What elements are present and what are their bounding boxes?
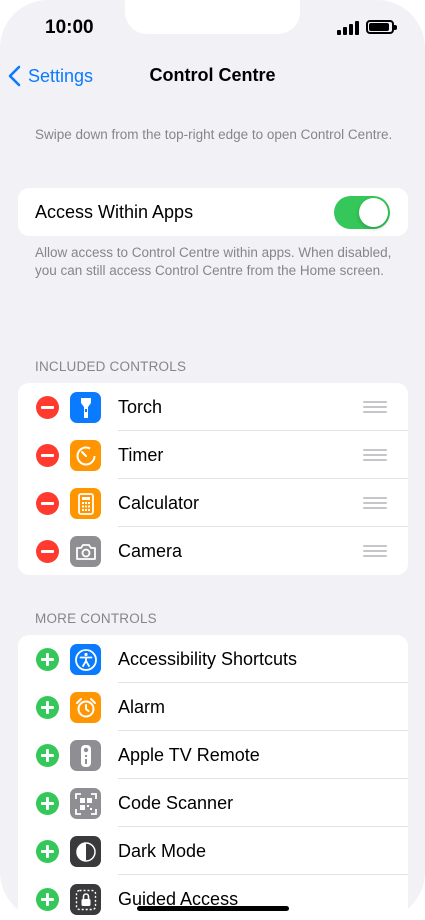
included-controls-header: INCLUDED CONTROLS — [35, 359, 187, 374]
page-title: Control Centre — [149, 65, 276, 85]
access-within-apps-card: Access Within Apps — [18, 188, 408, 236]
included-control-row: Timer — [18, 431, 408, 479]
battery-icon — [366, 20, 397, 34]
qr-code-icon — [70, 788, 101, 819]
access-within-apps-toggle[interactable] — [334, 196, 390, 229]
add-accessibility-shortcuts-button[interactable] — [36, 648, 59, 671]
intro-note: Swipe down from the top-right edge to op… — [35, 127, 393, 142]
reorder-handle-icon[interactable] — [363, 497, 387, 509]
more-controls-list: Accessibility Shortcuts Alarm Apple TV R… — [18, 635, 408, 920]
remove-camera-button[interactable] — [36, 540, 59, 563]
add-apple-tv-remote-button[interactable] — [36, 744, 59, 767]
control-label: Dark Mode — [118, 841, 207, 861]
control-label: Calculator — [118, 493, 200, 513]
control-label: Timer — [118, 445, 164, 465]
camera-icon — [70, 536, 101, 567]
more-control-row: Guided Access — [18, 875, 408, 920]
remove-timer-button[interactable] — [36, 444, 59, 467]
control-label: Camera — [118, 541, 183, 561]
more-controls-header: MORE CONTROLS — [35, 611, 157, 626]
access-within-apps-note: Allow access to Control Centre within ap… — [35, 245, 392, 278]
add-code-scanner-button[interactable] — [36, 792, 59, 815]
control-label: Accessibility Shortcuts — [118, 649, 298, 669]
more-control-row: Accessibility Shortcuts — [18, 635, 408, 683]
included-control-row: Calculator — [18, 479, 408, 527]
navigation-bar: Settings Control Centre — [0, 56, 425, 96]
accessibility-icon — [70, 644, 101, 675]
toggle-knob — [359, 198, 388, 227]
remove-torch-button[interactable] — [36, 396, 59, 419]
reorder-handle-icon[interactable] — [363, 545, 387, 557]
home-indicator[interactable] — [137, 906, 289, 911]
included-control-row: Torch — [18, 383, 408, 431]
alarm-icon — [70, 692, 101, 723]
calculator-icon — [70, 488, 101, 519]
control-label: Code Scanner — [118, 793, 234, 813]
more-control-row: Code Scanner — [18, 779, 408, 827]
more-control-row: Apple TV Remote — [18, 731, 408, 779]
reorder-handle-icon[interactable] — [363, 401, 387, 413]
control-label: Apple TV Remote — [118, 745, 260, 765]
more-control-row: Alarm — [18, 683, 408, 731]
remove-calculator-button[interactable] — [36, 492, 59, 515]
add-guided-access-button[interactable] — [36, 888, 59, 911]
included-controls-list: Torch Timer Calculator Camera — [18, 383, 408, 575]
control-label: Alarm — [118, 697, 166, 717]
dark-mode-icon — [70, 836, 101, 867]
control-label: Torch — [118, 397, 163, 417]
timer-icon — [70, 440, 101, 471]
reorder-handle-icon[interactable] — [363, 449, 387, 461]
cellular-signal-icon — [337, 21, 359, 35]
status-time: 10:00 — [45, 17, 94, 38]
access-within-apps-label: Access Within Apps — [35, 201, 194, 222]
torch-icon — [70, 392, 101, 423]
tv-remote-icon — [70, 740, 101, 771]
more-control-row: Dark Mode — [18, 827, 408, 875]
phone-screen: 10:00 Settings Control Centre Swipe down… — [0, 0, 425, 920]
add-alarm-button[interactable] — [36, 696, 59, 719]
lock-icon — [70, 884, 101, 915]
add-dark-mode-button[interactable] — [36, 840, 59, 863]
included-control-row: Camera — [18, 527, 408, 575]
status-bar: 10:00 — [0, 0, 425, 56]
